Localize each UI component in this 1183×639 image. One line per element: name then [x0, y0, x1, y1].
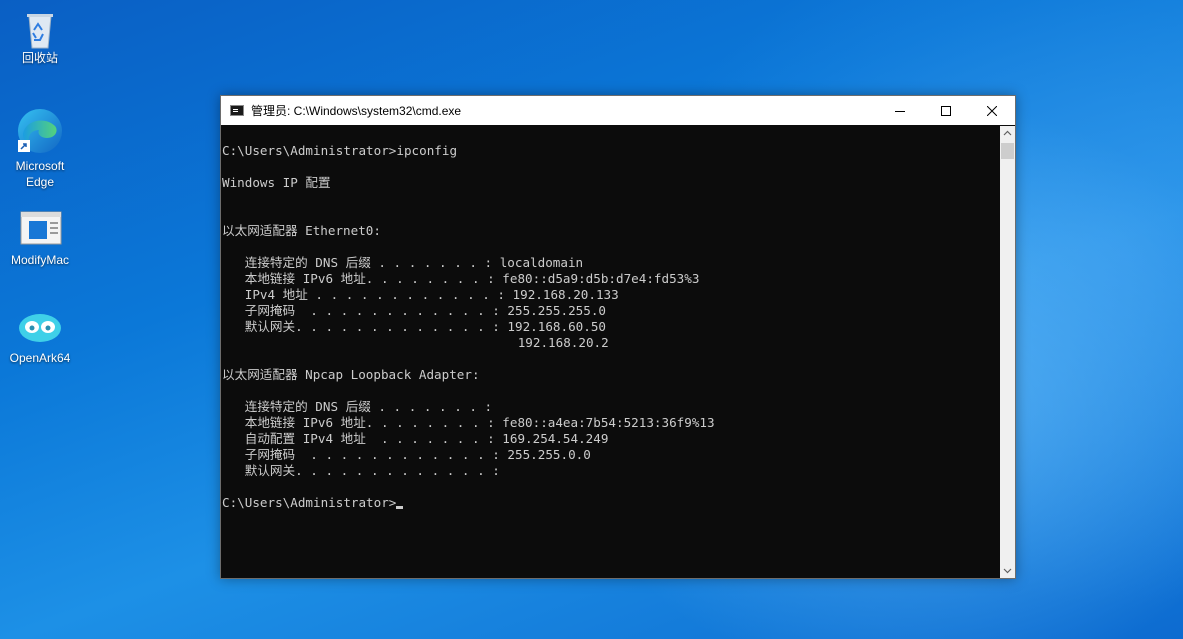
desktop-icon-label: OpenArk64 [9, 351, 71, 365]
console-text: C:\Users\Administrator>ipconfig Windows … [221, 126, 1001, 511]
title-bar[interactable]: 管理员: C:\Windows\system32\cmd.exe [221, 96, 1015, 125]
openark-icon [17, 308, 63, 348]
maximize-button[interactable] [923, 96, 969, 125]
console-line: 192.168.20.2 [222, 335, 609, 350]
console-line: C:\Users\Administrator>ipconfig [222, 143, 458, 158]
console-line: IPv4 地址 . . . . . . . . . . . . : 192.16… [222, 287, 619, 302]
console-output[interactable]: C:\Users\Administrator>ipconfig Windows … [221, 126, 1001, 578]
chevron-down-icon [1003, 568, 1012, 574]
cmd-window[interactable]: 管理员: C:\Windows\system32\cmd.exe C:\User… [220, 95, 1016, 579]
chevron-up-icon [1003, 130, 1012, 136]
console-line: C:\Users\Administrator> [222, 495, 397, 510]
console-line: 自动配置 IPv4 地址 . . . . . . . : 169.254.54.… [222, 431, 609, 446]
text-cursor [396, 506, 404, 509]
close-icon [987, 105, 997, 116]
console-line: 连接特定的 DNS 后缀 . . . . . . . : [222, 399, 493, 414]
app-window-icon [20, 210, 62, 250]
console-line: 子网掩码 . . . . . . . . . . . . : 255.255.2… [222, 303, 606, 318]
close-button[interactable] [969, 96, 1015, 125]
minimize-icon [895, 110, 905, 112]
desktop-icon-label: 回收站 [21, 51, 58, 65]
scroll-thumb[interactable] [1001, 143, 1014, 159]
maximize-icon [941, 105, 951, 116]
window-title: 管理员: C:\Windows\system32\cmd.exe [251, 104, 462, 118]
desktop-icon-edge[interactable]: Microsoft Edge [0, 106, 80, 190]
cmd-icon [230, 105, 244, 116]
desktop-icon-openark[interactable]: OpenArk64 [0, 308, 80, 366]
desktop-icon-label: Microsoft Edge [15, 159, 65, 189]
edge-icon [15, 106, 65, 156]
console-line: 默认网关. . . . . . . . . . . . . : [222, 463, 500, 478]
console-line: Windows IP 配置 [222, 175, 331, 190]
console-line: 本地链接 IPv6 地址. . . . . . . . : fe80::d5a9… [222, 271, 700, 286]
minimize-button[interactable] [877, 96, 923, 125]
desktop-icon-label: ModifyMac [10, 253, 69, 267]
vertical-scrollbar[interactable] [1000, 126, 1015, 578]
console-line: 本地链接 IPv6 地址. . . . . . . . : fe80::a4ea… [222, 415, 715, 430]
console-line: 连接特定的 DNS 后缀 . . . . . . . : localdomain [222, 255, 584, 270]
console-line: 以太网适配器 Npcap Loopback Adapter: [222, 367, 480, 382]
scroll-up-button[interactable] [1000, 126, 1015, 141]
recycle-bin-icon [20, 8, 60, 49]
scroll-down-button[interactable] [1000, 563, 1015, 578]
console-line: 子网掩码 . . . . . . . . . . . . : 255.255.0… [222, 447, 591, 462]
desktop-icon-recycle-bin[interactable]: 回收站 [0, 8, 80, 66]
desktop-icon-modifymac[interactable]: ModifyMac [0, 210, 80, 268]
console-line: 以太网适配器 Ethernet0: [222, 223, 381, 238]
console-line: 默认网关. . . . . . . . . . . . . : 192.168.… [222, 319, 606, 334]
